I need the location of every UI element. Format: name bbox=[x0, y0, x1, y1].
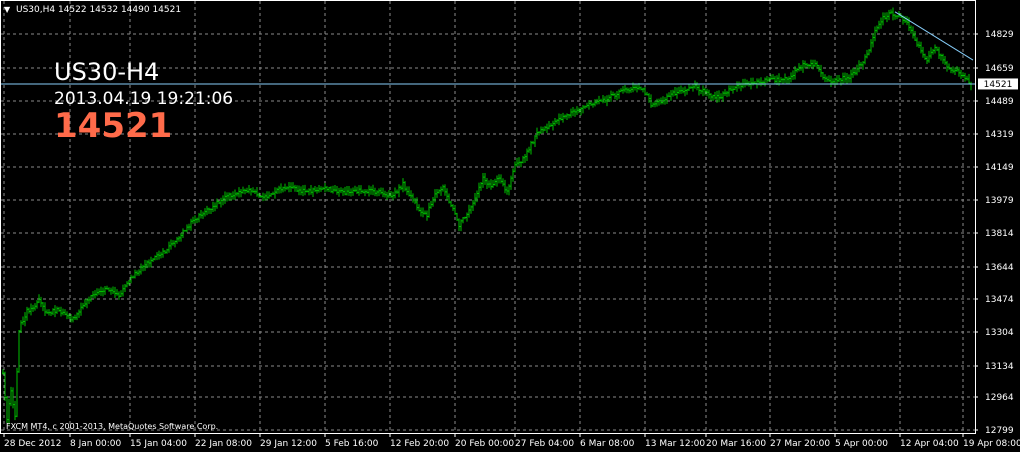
y-tick-label-10: 13134 bbox=[985, 362, 1014, 372]
y-tick-label-12: 12799 bbox=[985, 426, 1014, 436]
x-tick-label-11: 20 Mar 16:00 bbox=[706, 439, 766, 449]
y-tick-label-9: 13304 bbox=[985, 328, 1014, 338]
overlay-symbol: US30-H4 bbox=[54, 58, 159, 86]
y-tick-label-7: 13644 bbox=[985, 263, 1014, 273]
x-tick-label-5: 5 Feb 16:00 bbox=[325, 439, 379, 449]
y-tick-label-2: 14489 bbox=[985, 97, 1014, 107]
copyright-text: FXCM MT4, c 2001-2013, MetaQuotes Softwa… bbox=[6, 422, 218, 431]
x-tick-label-10: 13 Mar 12:00 bbox=[645, 439, 705, 449]
y-tick-label-0: 14829 bbox=[985, 30, 1014, 40]
ohlc-chart[interactable]: 14829 14659 14489 14319 14149 13979 13814 13644… bbox=[0, 0, 1020, 452]
y-tick-label-1: 14659 bbox=[985, 64, 1014, 74]
y-tick-label-3: 14319 bbox=[985, 130, 1014, 140]
overlay-price: 14521 bbox=[54, 106, 172, 146]
x-tick-label-2: 15 Jan 04:00 bbox=[130, 439, 187, 449]
y-tick-label-6: 13814 bbox=[985, 229, 1014, 239]
x-tick-label-6: 12 Feb 20:00 bbox=[390, 439, 449, 449]
x-tick-label-7: 20 Feb 00:00 bbox=[455, 439, 514, 449]
x-tick-label-8: 27 Feb 04:00 bbox=[515, 439, 574, 449]
x-tick-label-0: 28 Dec 2012 bbox=[4, 439, 62, 449]
y-tick-label-8: 13474 bbox=[985, 295, 1014, 305]
current-price-tag-label: 14521 bbox=[984, 80, 1013, 90]
x-tick-label-1: 8 Jan 00:00 bbox=[70, 439, 122, 449]
x-tick-label-14: 12 Apr 04:00 bbox=[900, 439, 959, 449]
chart-header-info: US30,H4 14522 14532 14490 14521 bbox=[16, 5, 181, 15]
x-tick-label-3: 22 Jan 08:00 bbox=[195, 439, 252, 449]
menu-arrow-icon[interactable]: ▼ bbox=[4, 5, 11, 14]
x-tick-label-13: 5 Apr 00:00 bbox=[835, 439, 888, 449]
x-tick-label-4: 29 Jan 12:00 bbox=[260, 439, 317, 449]
x-tick-label-15: 19 Apr 08:00 bbox=[963, 439, 1020, 449]
y-tick-label-11: 12964 bbox=[985, 393, 1014, 403]
x-tick-label-12: 27 Mar 20:00 bbox=[770, 439, 830, 449]
y-tick-label-4: 14149 bbox=[985, 163, 1014, 173]
x-tick-label-9: 6 Mar 08:00 bbox=[580, 439, 635, 449]
y-tick-label-5: 13979 bbox=[985, 196, 1014, 206]
